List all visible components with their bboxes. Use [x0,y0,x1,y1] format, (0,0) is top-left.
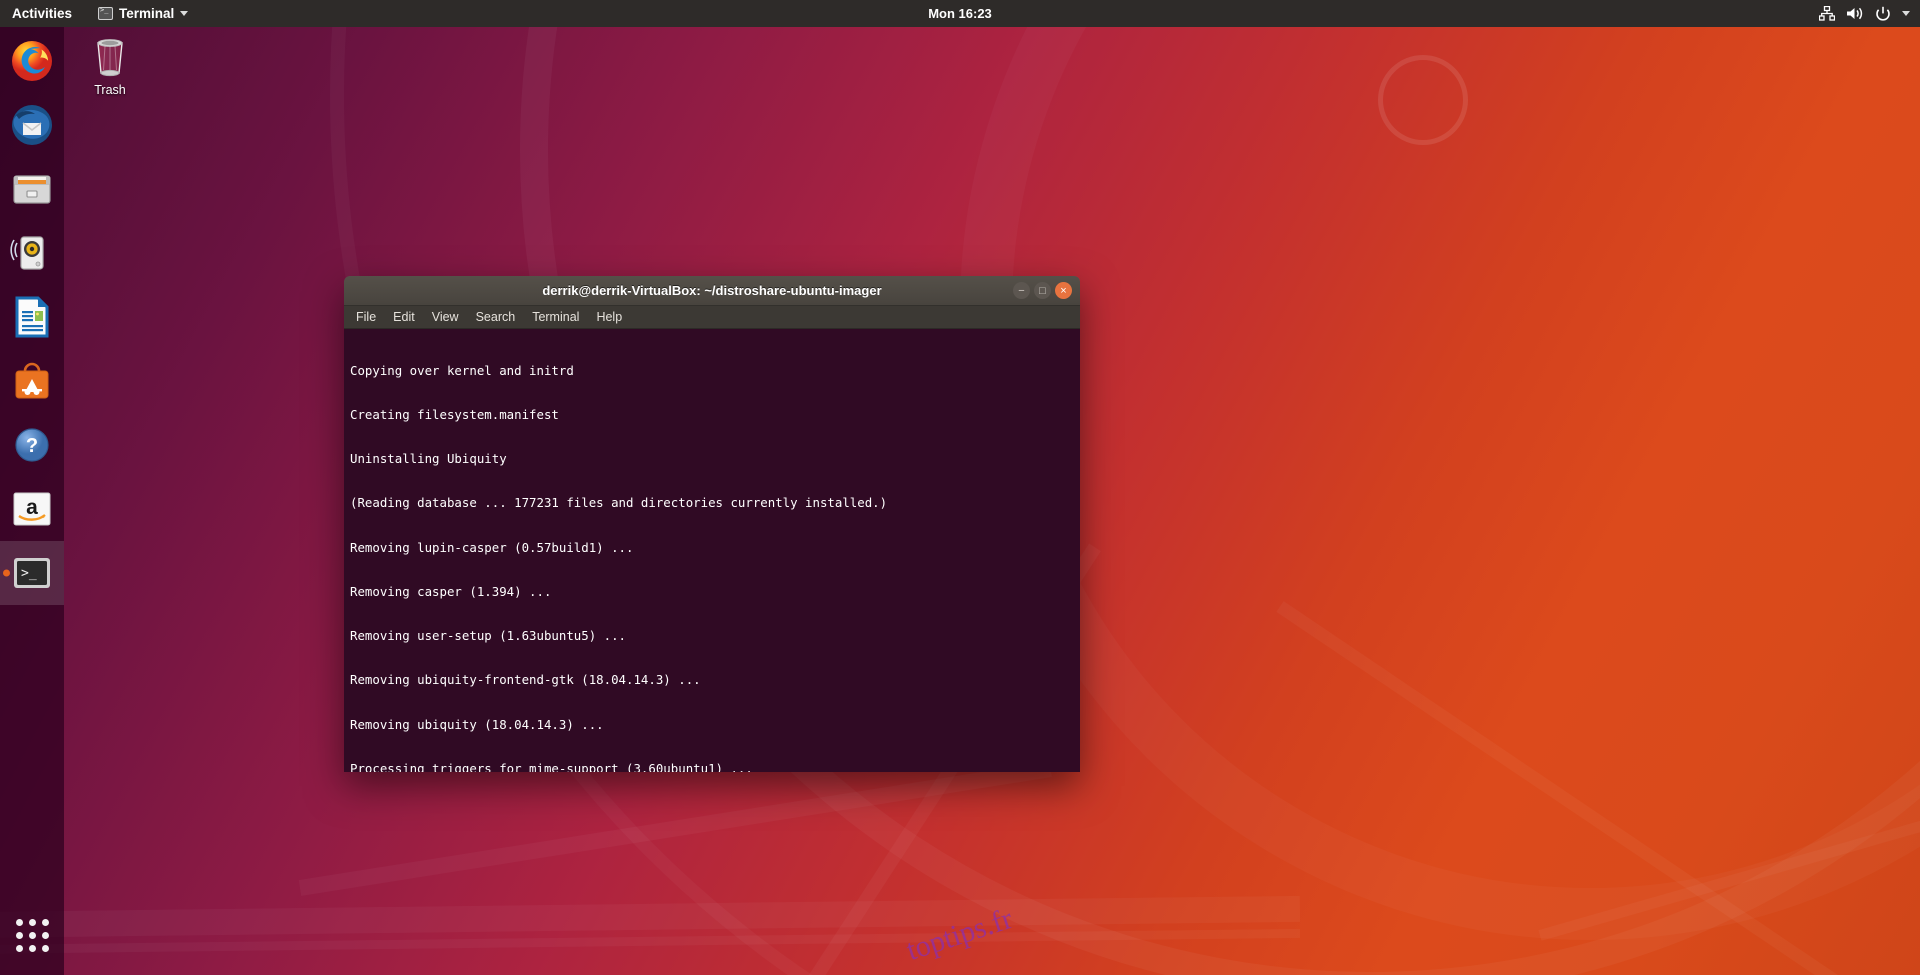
network-icon[interactable] [1819,6,1835,21]
site-watermark: toptips.fr [902,902,1016,968]
dock-item-amazon[interactable]: a [0,477,64,541]
terminal-line: Removing lupin-casper (0.57build1) ... [350,541,1074,556]
trash-icon [88,33,132,79]
terminal-line: Removing user-setup (1.63ubuntu5) ... [350,629,1074,644]
maximize-button[interactable]: □ [1034,282,1051,299]
grid-icon [16,919,49,952]
power-icon[interactable] [1875,6,1891,22]
terminal-line: Removing ubiquity (18.04.14.3) ... [350,718,1074,733]
dock-item-ubuntu-software[interactable] [0,349,64,413]
top-panel: Activities Terminal Mon 16:23 [0,0,1920,27]
terminal-window: derrik@derrik-VirtualBox: ~/distroshare-… [344,276,1080,772]
clock[interactable]: Mon 16:23 [928,6,992,21]
terminal-line: Uninstalling Ubiquity [350,452,1074,467]
dock-item-libreoffice-writer[interactable] [0,285,64,349]
terminal-line: Processing triggers for mime-support (3.… [350,762,1074,772]
help-icon: ? [10,423,54,467]
terminal-menubar: File Edit View Search Terminal Help [344,306,1080,329]
terminal-line: Creating filesystem.manifest [350,408,1074,423]
chevron-down-icon [180,11,188,16]
terminal-icon [98,7,113,20]
desktop-icon-trash[interactable]: Trash [79,33,141,97]
libreoffice-writer-icon [10,295,54,339]
activities-button[interactable]: Activities [12,6,72,21]
wallpaper-ring [1378,55,1468,145]
terminal-line: Removing casper (1.394) ... [350,585,1074,600]
dock-item-firefox[interactable] [0,29,64,93]
app-menu-terminal[interactable]: Terminal [98,6,188,21]
svg-text:>_: >_ [21,566,37,581]
chevron-down-icon[interactable] [1902,11,1910,16]
firefox-icon [10,39,54,83]
launcher-dock: ? a >_ [0,27,64,975]
dock-item-terminal[interactable]: >_ [0,541,64,605]
menu-item-view[interactable]: View [430,309,461,325]
menu-item-search[interactable]: Search [474,309,518,325]
files-icon [10,167,54,211]
terminal-line: (Reading database ... 177231 files and d… [350,496,1074,511]
dock-item-thunderbird[interactable] [0,93,64,157]
dock-item-rhythmbox[interactable] [0,221,64,285]
app-menu-label: Terminal [119,6,174,21]
menu-item-terminal[interactable]: Terminal [530,309,581,325]
menu-item-edit[interactable]: Edit [391,309,417,325]
menu-item-file[interactable]: File [354,309,378,325]
menu-item-help[interactable]: Help [594,309,624,325]
terminal-line: Copying over kernel and initrd [350,364,1074,379]
wallpaper-diagonal-4 [1538,812,1920,941]
terminal-line: Removing ubiquity-frontend-gtk (18.04.14… [350,673,1074,688]
terminal-output[interactable]: Copying over kernel and initrd Creating … [344,329,1080,772]
window-controls: − □ × [1013,282,1072,299]
dock-item-files[interactable] [0,157,64,221]
svg-text:?: ? [26,435,38,457]
rhythmbox-icon [10,231,54,275]
window-title: derrik@derrik-VirtualBox: ~/distroshare-… [542,283,881,298]
ubuntu-software-icon [10,359,54,403]
svg-text:a: a [26,496,38,519]
terminal-icon: >_ [10,551,54,595]
amazon-icon: a [10,487,54,531]
dock-item-help[interactable]: ? [0,413,64,477]
minimize-button[interactable]: − [1013,282,1030,299]
wallpaper-band-1 [0,896,1300,940]
thunderbird-icon [10,103,54,147]
terminal-titlebar[interactable]: derrik@derrik-VirtualBox: ~/distroshare-… [344,276,1080,306]
volume-icon[interactable] [1846,6,1864,21]
wallpaper-band-2 [0,929,1300,956]
show-applications-button[interactable] [0,903,64,967]
close-button[interactable]: × [1055,282,1072,299]
system-tray [1819,6,1910,22]
trash-label: Trash [94,83,126,97]
